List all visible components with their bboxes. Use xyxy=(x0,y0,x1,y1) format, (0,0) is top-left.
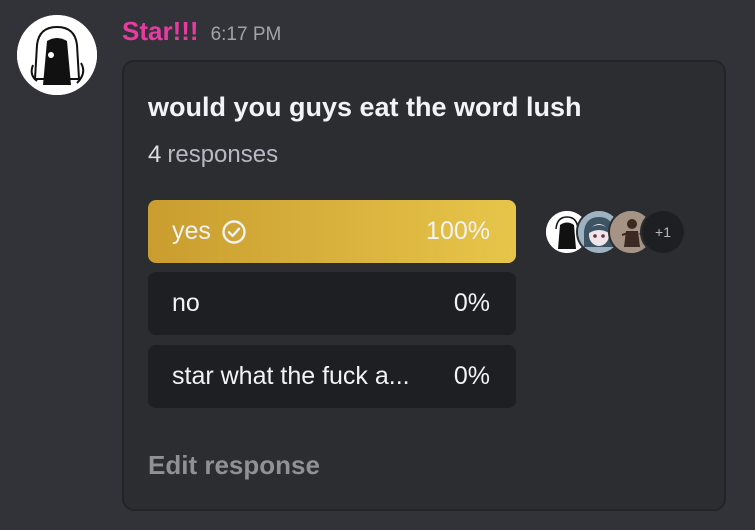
poll-question: would you guys eat the word lush xyxy=(148,92,582,122)
poll-answer-percent: 0% xyxy=(453,289,490,317)
poll-answer-percent: 0% xyxy=(453,362,490,390)
check-circle-icon xyxy=(222,219,246,244)
user-avatar[interactable] xyxy=(17,15,97,95)
response-count-label: responses xyxy=(167,141,279,168)
avatar-drawing-icon xyxy=(17,15,97,95)
voter-avatars[interactable]: +1 xyxy=(542,207,687,255)
poll-answer-percent: 100% xyxy=(426,217,490,245)
timestamp: 6:17 PM xyxy=(210,24,282,45)
response-count-number: 4 xyxy=(148,141,162,168)
poll-answer-star[interactable]: star what the fuck a... 0% xyxy=(148,345,516,408)
poll-response-count: 4 responses xyxy=(148,141,278,169)
message-header: Star!!! 6:17 PM xyxy=(122,16,281,56)
poll-answer-label: no xyxy=(172,289,200,317)
edit-response-button[interactable]: Edit response xyxy=(148,450,320,481)
poll-answer-no[interactable]: no 0% xyxy=(148,272,516,335)
chat-message: Star!!! 6:17 PM would you guys eat the w… xyxy=(0,0,755,530)
username[interactable]: Star!!! xyxy=(122,16,199,47)
poll-answer-yes[interactable]: yes 100% xyxy=(148,200,516,263)
poll-answer-label: star what the fuck a... xyxy=(172,362,410,390)
voter-more-count: +1 xyxy=(640,209,686,255)
poll-answer-label: yes xyxy=(172,217,211,245)
poll-card: would you guys eat the word lush 4 respon… xyxy=(122,60,726,511)
